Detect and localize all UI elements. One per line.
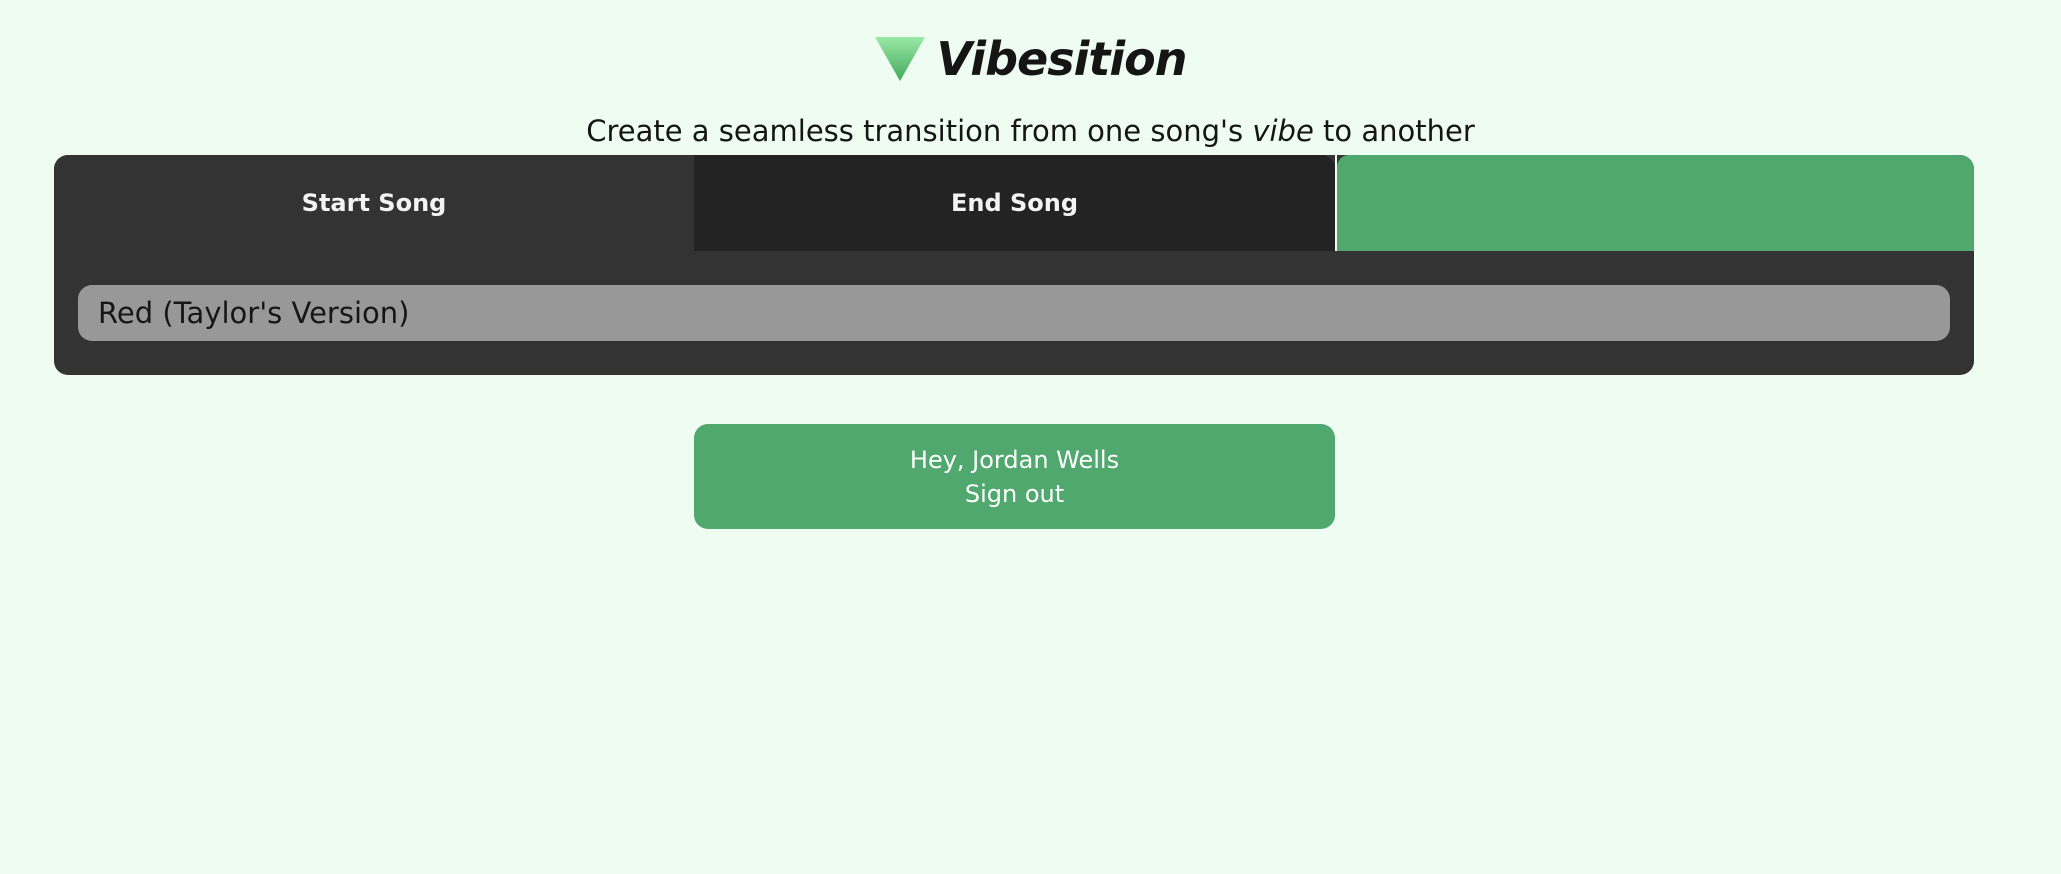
green-triangle-down-icon xyxy=(874,37,925,81)
tagline: Create a seamless transition from one so… xyxy=(0,111,2061,151)
tab-start-song[interactable]: Start Song xyxy=(54,155,694,251)
app-title: Vibesition xyxy=(936,32,1188,86)
account-card: Hey, Jordan Wells Sign out xyxy=(694,424,1335,529)
tagline-prefix: Create a seamless transition from one so… xyxy=(586,114,1253,148)
song-tabs: Start Song End Song xyxy=(54,155,1974,251)
tagline-emphasis: vibe xyxy=(1252,114,1314,148)
sign-out-button[interactable]: Sign out xyxy=(965,477,1064,511)
tab-end-song[interactable]: End Song xyxy=(694,155,1335,251)
song-selection-panel: Start Song End Song xyxy=(54,155,1974,375)
song-search-input[interactable] xyxy=(78,285,1950,341)
tab-end-song-label: End Song xyxy=(950,189,1079,217)
tagline-suffix: to another xyxy=(1313,114,1475,148)
account-greeting: Hey, Jordan Wells xyxy=(909,445,1120,474)
tab-start-song-label: Start Song xyxy=(301,189,447,217)
tab-generate-transition[interactable] xyxy=(1337,155,1974,251)
app-header: Vibesition xyxy=(0,28,2061,90)
